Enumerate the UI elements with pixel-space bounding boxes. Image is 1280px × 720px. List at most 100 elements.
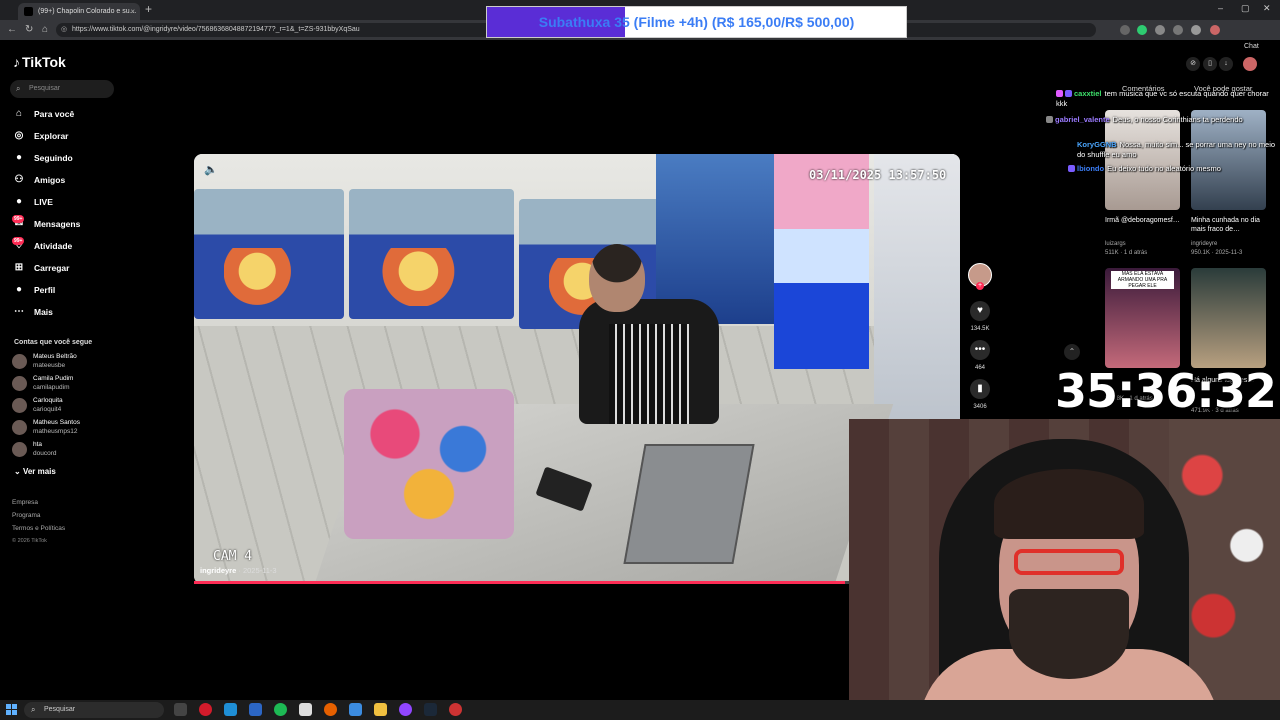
- scene-claw-machine: [774, 154, 869, 369]
- back-icon[interactable]: ←: [7, 24, 17, 35]
- sidebar-item-explorar[interactable]: ◎ Explorar: [12, 127, 69, 145]
- chat-username[interactable]: caxxtiel: [1074, 89, 1102, 98]
- chat-username[interactable]: lbiondo: [1077, 164, 1104, 173]
- minimize-button[interactable]: –: [1218, 3, 1223, 13]
- video-author[interactable]: ingrideyre · 2025-11-3: [200, 566, 277, 575]
- followed-account[interactable]: Mateus Beltrão mateeusbe: [12, 352, 77, 372]
- notification-badge: 99+: [12, 215, 25, 223]
- followed-account-name: hta: [33, 441, 43, 448]
- extension-icon[interactable]: [1120, 25, 1130, 35]
- sidebar-item-seguindo[interactable]: ● Seguindo: [12, 149, 73, 167]
- close-window-button[interactable]: ✕: [1263, 3, 1271, 14]
- chat-username[interactable]: gabriel_valente: [1055, 115, 1110, 124]
- steam-icon[interactable]: [424, 703, 437, 716]
- followed-account[interactable]: hta doucord: [12, 440, 57, 460]
- scroll-up-icon[interactable]: ⌃: [1064, 344, 1080, 360]
- extension-icon[interactable]: [1173, 25, 1183, 35]
- suggestion-title[interactable]: Minha cunhada no dia mais fraco de…: [1191, 216, 1267, 234]
- app-icon[interactable]: [449, 703, 462, 716]
- browser-tab[interactable]: (99+) Chapolin Colorado e su… ×: [18, 3, 140, 20]
- app-icon[interactable]: [249, 703, 262, 716]
- footer-link-termos[interactable]: Termos e Políticas: [12, 525, 65, 532]
- tab-close-icon[interactable]: ×: [130, 3, 135, 20]
- comment-count: 464: [974, 365, 985, 371]
- suggestion-thumbnail-caption: MAS ELA ESTAVA ARMANDO UMA PRA PEGAR ELE: [1111, 271, 1174, 289]
- scene-scale: [623, 444, 755, 564]
- like-count: 134.5K: [970, 326, 990, 332]
- video-progress-bar[interactable]: [194, 581, 960, 584]
- video-progress-fill: [194, 581, 846, 584]
- sidebar-item-para-voce[interactable]: ⌂ Para você: [12, 105, 74, 123]
- followed-account[interactable]: Camila Pudim camilapudim: [12, 374, 73, 394]
- sidebar-item-carregar[interactable]: ⊞ Carregar: [12, 259, 70, 277]
- task-view-icon[interactable]: [174, 703, 187, 716]
- footer-link-empresa[interactable]: Empresa: [12, 499, 38, 506]
- video-player[interactable]: 🔈 03/11/2025 13:57:50 CAM 4 ingrideyre ·…: [194, 154, 960, 584]
- suggestion-thumbnail[interactable]: [1105, 110, 1180, 210]
- phone-icon[interactable]: ▯: [1203, 57, 1217, 71]
- webcam-glasses: [1014, 549, 1124, 575]
- account-avatar-icon[interactable]: [1243, 57, 1257, 71]
- sidebar-item-amigos[interactable]: ⚇ Amigos: [12, 171, 66, 189]
- profile-avatar-icon[interactable]: [1210, 25, 1220, 35]
- windows-taskbar: ⌕ Pesquisar: [0, 700, 1280, 720]
- windows-start-icon[interactable]: [6, 704, 17, 715]
- suggestion-thumbnail[interactable]: MAS ELA ESTAVA ARMANDO UMA PRA PEGAR ELE: [1105, 268, 1180, 368]
- reload-icon[interactable]: ↻: [25, 24, 33, 35]
- app-icon[interactable]: [349, 703, 362, 716]
- suggestion-thumbnail[interactable]: [1191, 268, 1266, 368]
- upload-icon: ⊞: [14, 262, 24, 273]
- bookmark-icon[interactable]: ▮: [970, 379, 990, 399]
- chat-text: Eu deixo tudo no aleatório mesmo: [1107, 164, 1221, 173]
- see-more-label: Ver mais: [22, 467, 56, 476]
- home-icon[interactable]: ⌂: [42, 24, 48, 35]
- sidebar-item-mais[interactable]: ⋯ Mais: [12, 303, 53, 321]
- taskbar-search-input[interactable]: ⌕ Pesquisar: [24, 702, 164, 718]
- subathon-goal-text: Subathuxa 35 (Filme +4h) (R$ 165,00/R$ 5…: [538, 14, 855, 30]
- footer-link-programa[interactable]: Programa: [12, 512, 41, 519]
- sidebar-item-mensagens[interactable]: ✉ 99+ Mensagens: [12, 215, 80, 233]
- follow-plus-icon[interactable]: +: [976, 282, 984, 290]
- search-icon: ⌕: [31, 705, 36, 714]
- tiktok-logo[interactable]: ♪ TikTok: [13, 54, 66, 70]
- download-icon[interactable]: ↓: [1219, 57, 1233, 71]
- extension-icon[interactable]: [1137, 25, 1147, 35]
- app-icon[interactable]: [399, 703, 412, 716]
- url-text: https://www.tiktok.com/@ingridyre/video/…: [72, 26, 360, 33]
- edge-icon[interactable]: [224, 703, 237, 716]
- followed-account-handle: doucord: [33, 450, 57, 457]
- sidebar-item-atividade[interactable]: ♡ 99+ Atividade: [12, 237, 72, 255]
- chat-badge-icon: [1065, 90, 1072, 97]
- embed-icon[interactable]: ⊘: [1186, 57, 1200, 71]
- followed-account-handle: mateeusbe: [33, 362, 66, 369]
- extension-icon[interactable]: [1155, 25, 1165, 35]
- file-explorer-icon[interactable]: [374, 703, 387, 716]
- maximize-button[interactable]: ▢: [1241, 3, 1250, 14]
- like-icon[interactable]: ♥: [970, 301, 990, 321]
- followed-account[interactable]: Matheus Santos matheusmps12: [12, 418, 80, 438]
- sidebar-item-perfil[interactable]: ● Perfil: [12, 281, 55, 299]
- sidebar-item-label: Carregar: [34, 263, 70, 273]
- site-info-icon[interactable]: ◎: [61, 23, 67, 37]
- chat-username[interactable]: KoryGGNB: [1077, 140, 1117, 149]
- compass-icon: ◎: [14, 130, 24, 141]
- comment-icon[interactable]: •••: [970, 340, 990, 360]
- followed-account-name: Mateus Beltrão: [33, 353, 77, 360]
- extension-icon[interactable]: [1191, 25, 1201, 35]
- new-tab-button[interactable]: +: [145, 2, 152, 16]
- suggestion-thumbnail[interactable]: [1191, 110, 1266, 210]
- followed-account[interactable]: Carloquita carioquit4: [12, 396, 63, 416]
- chat-message: caxxtiel tem musica que vc só escuta quan…: [1056, 89, 1276, 109]
- sidebar-item-live[interactable]: ● LIVE: [12, 193, 53, 211]
- see-more-link[interactable]: ⌄ Ver mais: [14, 467, 56, 476]
- search-input[interactable]: ⌕ Pesquisar: [10, 80, 114, 98]
- firefox-icon[interactable]: [324, 703, 337, 716]
- following-icon: ●: [15, 152, 23, 163]
- app-icon[interactable]: [299, 703, 312, 716]
- logo-text: TikTok: [22, 54, 66, 70]
- suggestion-title[interactable]: Irmã @deboragomesf…: [1105, 216, 1181, 225]
- chat-button[interactable]: Chat: [1244, 43, 1259, 50]
- volume-icon[interactable]: 🔈: [204, 163, 218, 176]
- spotify-icon[interactable]: [274, 703, 287, 716]
- opera-icon[interactable]: [199, 703, 212, 716]
